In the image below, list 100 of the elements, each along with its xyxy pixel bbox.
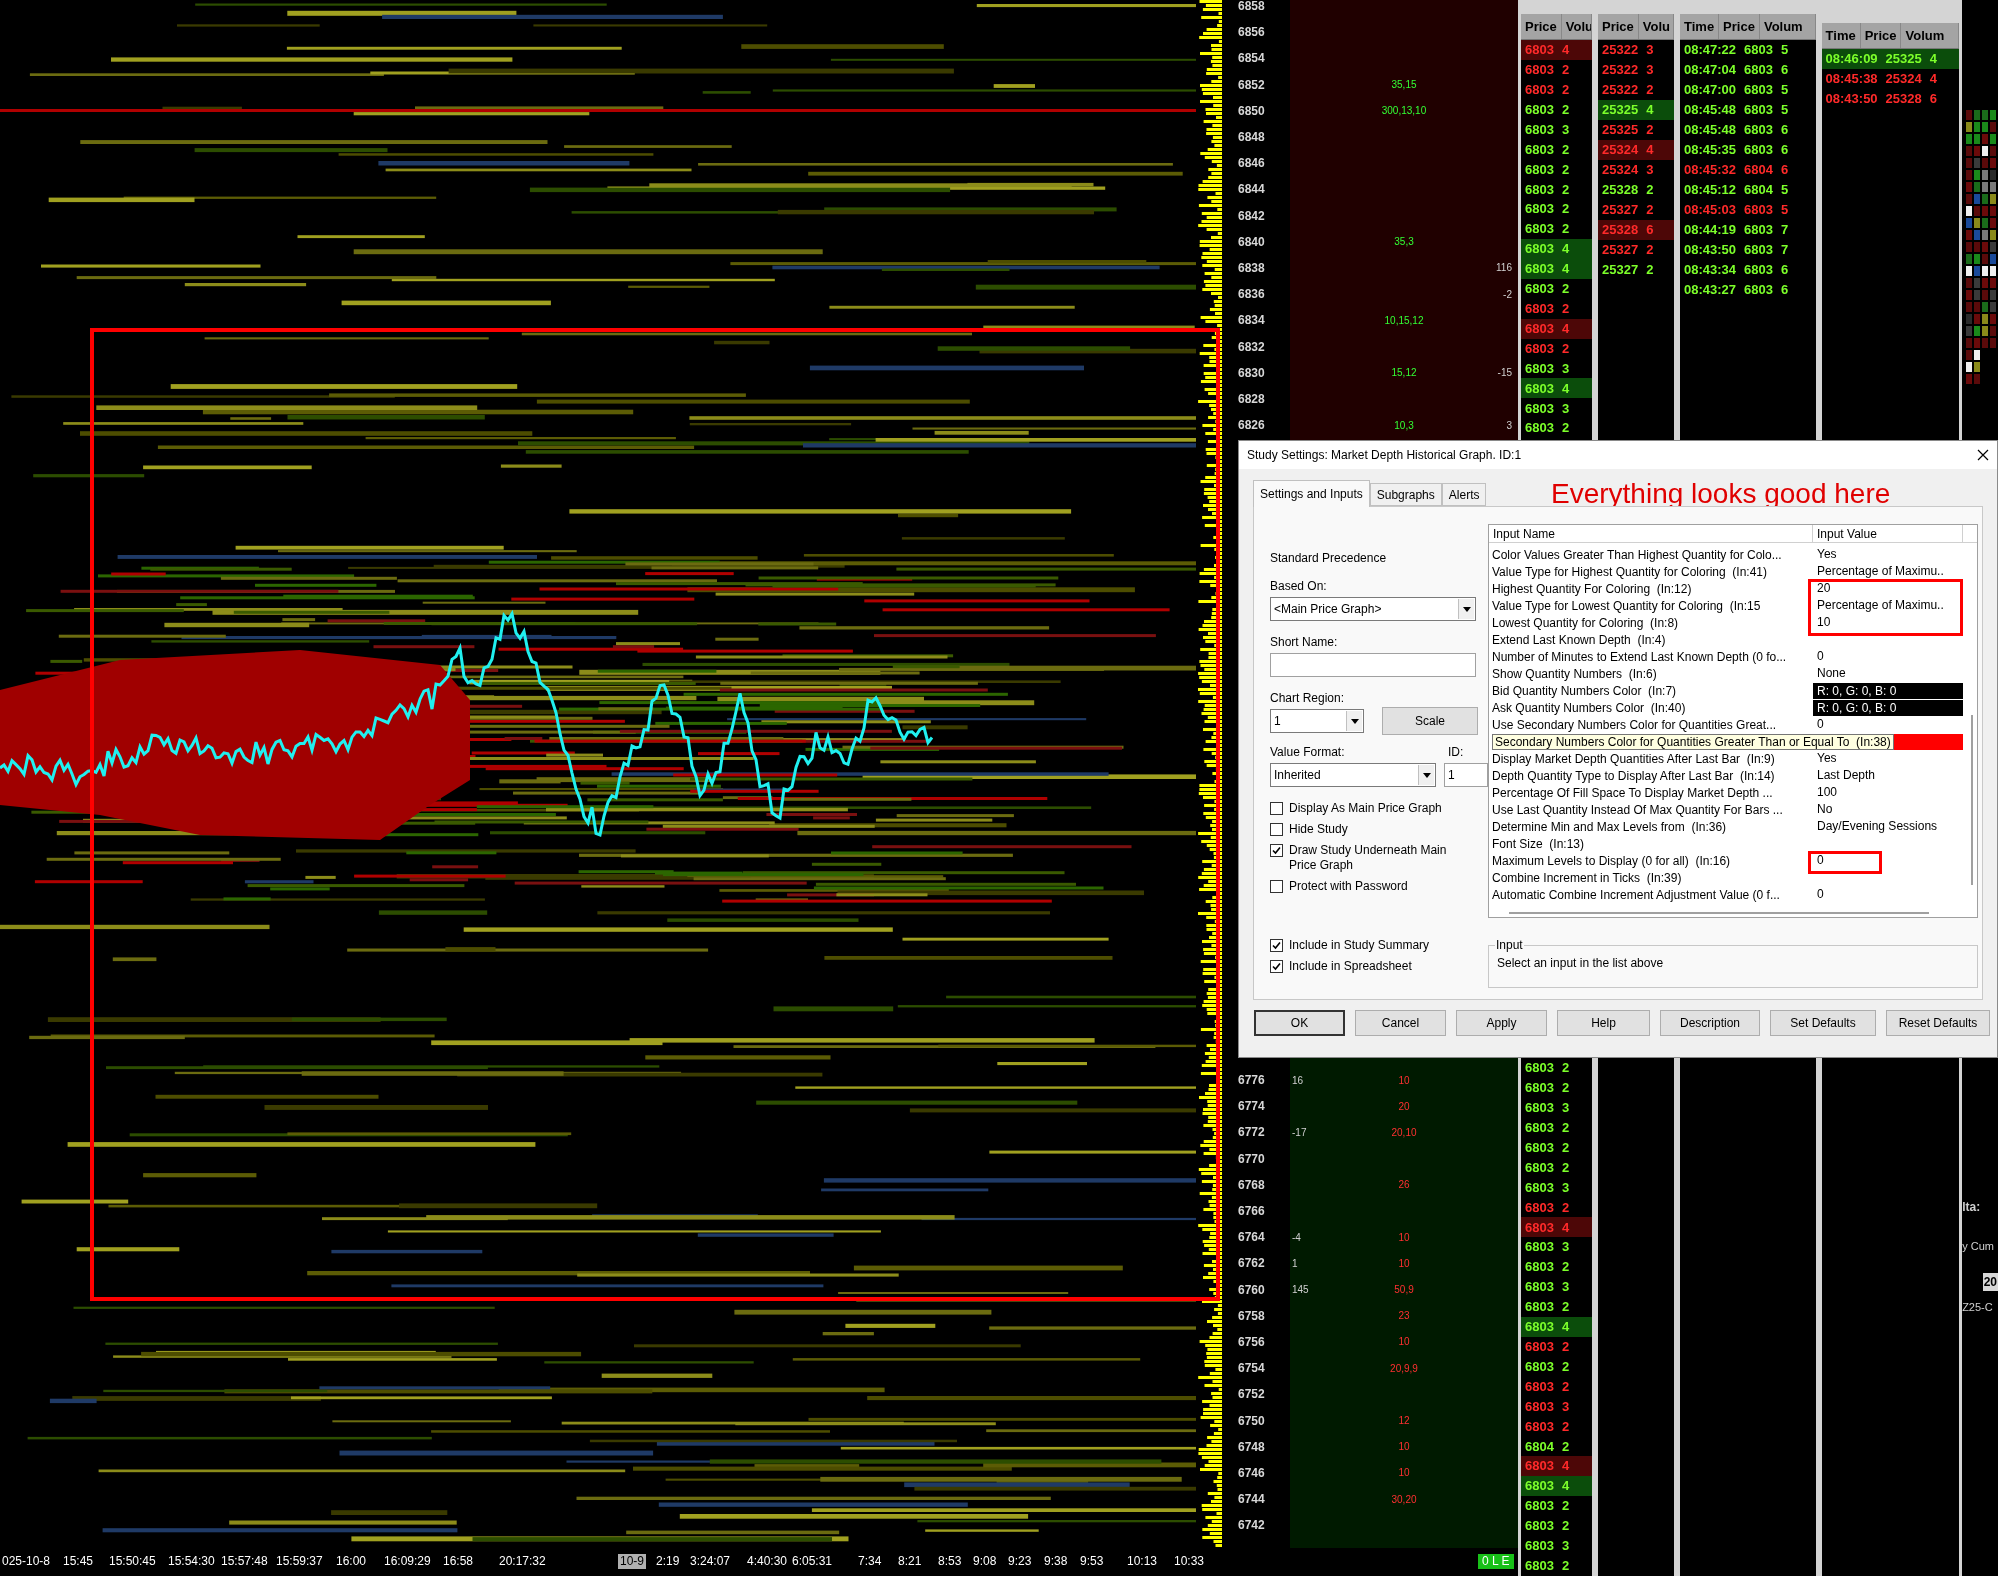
table-cell-text: 08:47:22 [1684, 41, 1737, 60]
value-format-dropdown[interactable]: Inherited [1270, 763, 1436, 787]
input-value[interactable]: 0 [1813, 718, 1824, 731]
input-value[interactable]: No [1813, 803, 1833, 816]
table-cell-text: 4 [1561, 319, 1570, 338]
scrollbar[interactable] [1971, 715, 1973, 885]
table-cell-text: 6803 [1525, 260, 1554, 279]
time-label: 4:40:30 [746, 1554, 789, 1569]
table-cell-text: 6803 [1525, 41, 1554, 60]
checkbox[interactable] [1270, 844, 1283, 857]
input-name: Depth Quantity Type to Display After Last Bar (In:14) [1492, 768, 1775, 783]
table-cell-text: 2 [1561, 140, 1570, 159]
field-label: Short Name: [1270, 634, 1339, 651]
table-cell-text: 6803 [1525, 81, 1554, 99]
table-cell-text: 6804 [1744, 181, 1773, 200]
volume-number: 10,3 [1393, 418, 1415, 433]
chart-region-dropdown[interactable]: 1 [1270, 709, 1364, 733]
input-value[interactable]: None [1813, 667, 1846, 680]
dialog-button[interactable]: Set Defaults [1770, 1010, 1876, 1036]
input-value[interactable]: Percentage of Maximu.. [1813, 599, 1944, 612]
time-label: 15:50:45 [108, 1554, 157, 1569]
tab[interactable]: Settings and Inputs [1253, 480, 1370, 507]
table-cell-text: 25324 [1602, 161, 1639, 180]
short-name-field[interactable] [1270, 653, 1476, 677]
table-cell-text: 6803 [1525, 379, 1554, 398]
field-label: Value Format: [1270, 744, 1346, 761]
dialog-button[interactable]: Help [1557, 1010, 1650, 1036]
hint-text: Select an input in the list above [1496, 955, 1665, 972]
input-name: Percentage Of Fill Space To Display Market Depth ... [1492, 785, 1773, 800]
table-cell-text: 25324 [1602, 141, 1639, 160]
price-label: 6744 [1237, 1491, 1266, 1509]
field-label: Based On: [1270, 578, 1328, 595]
table-cell-text: 6803 [1525, 1517, 1554, 1536]
volume-number: 20,10 [1390, 1125, 1418, 1140]
table-cell-text: 6 [1929, 90, 1937, 109]
table-cell-text: 6803 [1525, 180, 1554, 199]
tab[interactable]: Alerts [1441, 483, 1487, 506]
table-cell-text: 6803 [1525, 1278, 1554, 1297]
color-swatch[interactable]: R: 0, G: 0, B: 0 [1813, 699, 1963, 716]
table-cell-text: 08:43:34 [1684, 261, 1737, 280]
input-name: Determine Min and Max Levels from (In:36) [1492, 819, 1727, 834]
input-value[interactable]: 0 [1813, 650, 1824, 663]
volume-number: 20,9,9 [1389, 1361, 1419, 1376]
table-cell-text: 25327 [1602, 241, 1639, 260]
input-value[interactable]: Yes [1813, 548, 1837, 561]
price-label: 6764 [1237, 1229, 1266, 1247]
input-name: Display Market Depth Quantities After Last Bar (In:9) [1492, 751, 1775, 766]
table-cell-text: 2 [1561, 200, 1570, 219]
volume-number: 10 [1397, 1440, 1411, 1455]
checkbox[interactable] [1270, 960, 1283, 973]
dialog-button[interactable]: Cancel [1355, 1010, 1446, 1036]
column-header: Volum [1759, 14, 1816, 39]
input-value[interactable]: Day/Evening Sessions [1813, 820, 1938, 833]
dialog-button[interactable]: Apply [1456, 1010, 1547, 1036]
input-name: Number of Minutes to Extend Last Known Depth (0 fo... [1492, 649, 1787, 664]
input-value[interactable]: 0 [1813, 888, 1824, 901]
table-cell-text: 08:43:50 [1825, 90, 1878, 109]
scale-button[interactable]: Scale [1382, 707, 1478, 735]
checkbox[interactable] [1270, 823, 1283, 836]
input-value[interactable]: Yes [1813, 752, 1837, 765]
checkbox[interactable] [1270, 802, 1283, 815]
based-on-dropdown[interactable]: <Main Price Graph> [1270, 597, 1476, 621]
checkbox[interactable] [1270, 880, 1283, 893]
column-header[interactable]: Input Name [1489, 525, 1813, 542]
table-cell-text: 6803 [1525, 1357, 1554, 1376]
scrollbar[interactable] [1509, 912, 1929, 914]
dialog-button[interactable]: Description [1660, 1010, 1760, 1036]
input-value[interactable]: 0 [1813, 854, 1824, 867]
side-number: -4 [1291, 1230, 1302, 1245]
time-label: 16:09:29 [383, 1554, 432, 1569]
side-number: 116 [1495, 261, 1513, 276]
price-label: 6832 [1237, 338, 1266, 356]
input-value[interactable]: 100 [1813, 786, 1838, 799]
input-value[interactable]: Percentage of Maximu.. [1813, 565, 1944, 578]
price-label: 6844 [1237, 181, 1266, 199]
tooltip[interactable]: Secondary Numbers Color for Quantities Greater Than or Equal To (In:38) [1492, 733, 1894, 750]
time-label: 10:33 [1173, 1554, 1206, 1569]
table-cell-text: 2 [1561, 1557, 1570, 1575]
table-cell-text: 08:47:00 [1684, 81, 1737, 100]
input-value[interactable]: 20 [1813, 582, 1831, 595]
column-header[interactable]: Input Value [1813, 525, 1963, 542]
tab[interactable]: Subgraphs [1369, 483, 1442, 506]
dialog-button[interactable]: Reset Defaults [1886, 1010, 1990, 1036]
input-value[interactable]: 10 [1813, 616, 1831, 629]
table-cell-text: 6803 [1525, 1059, 1554, 1078]
close-icon[interactable] [1975, 447, 1991, 463]
color-swatch[interactable]: R: 0, G: 0, B: 0 [1813, 682, 1963, 699]
annotation-text: Everything looks good here [1551, 477, 1891, 511]
table-cell-text: 08:43:27 [1684, 281, 1737, 300]
checkbox[interactable] [1270, 939, 1283, 952]
table-cell-text: 2 [1561, 220, 1570, 239]
table-cell-text: 25328 [1602, 221, 1639, 240]
table-cell-text: 2 [1646, 181, 1654, 200]
id-field[interactable]: 1 [1444, 763, 1488, 787]
input-value[interactable]: Last Depth [1813, 769, 1876, 782]
table-cell-text: 2 [1561, 1198, 1570, 1217]
table-cell-text: 6803 [1525, 359, 1554, 378]
table-cell-text: 2 [1561, 1417, 1570, 1436]
dialog-button[interactable]: OK [1254, 1010, 1345, 1036]
checkbox-label: Include in Spreadsheet [1289, 959, 1413, 974]
